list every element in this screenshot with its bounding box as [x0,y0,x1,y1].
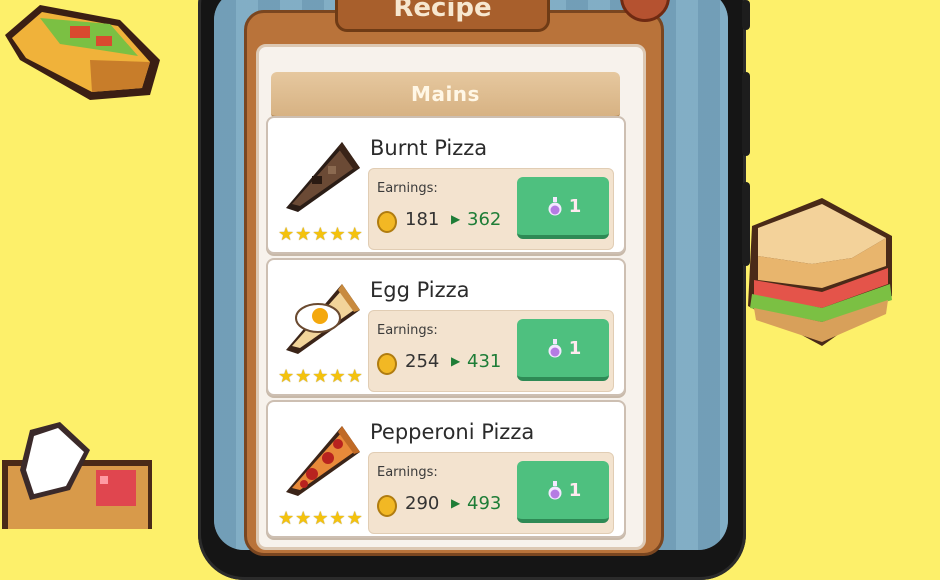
star-icon: ★ [329,366,346,387]
earnings-box: Earnings: 181 ▶ 362 1 [368,168,614,250]
star-icon: ★ [346,508,363,529]
egg-pizza-icon [286,284,360,354]
star-icon: ★ [295,508,312,529]
star-rating: ★ ★ ★ ★ ★ [278,510,363,528]
star-icon: ★ [312,224,329,245]
star-icon: ★ [346,224,363,245]
star-rating: ★ ★ ★ ★ ★ [278,368,363,386]
star-icon: ★ [278,508,295,529]
burnt-pizza-icon [286,142,360,212]
arrow-icon: ▶ [451,354,461,368]
earnings-label: Earnings: [377,181,438,196]
star-icon: ★ [312,508,329,529]
arrow-icon: ▶ [451,496,461,510]
taco-pixel-art [5,5,160,100]
coin-icon [377,211,397,233]
current-earnings: 181 [405,209,440,230]
earnings-label: Earnings: [377,323,438,338]
earnings-box: Earnings: 290 ▶ 493 1 [368,452,614,534]
upgrade-button[interactable]: 1 [517,177,609,239]
earnings-label: Earnings: [377,465,438,480]
panel-title: Recipe [335,0,550,32]
star-icon: ★ [346,366,363,387]
star-icon: ★ [295,224,312,245]
potion-icon [548,339,562,358]
potion-icon [548,481,562,500]
sandwich-pixel-art [748,198,892,346]
recipe-card: Burnt Pizza ★ ★ ★ ★ ★ Earnings: 181 ▶ 362 1 [266,116,626,254]
next-earnings: 493 [467,493,502,514]
phone-side-button [742,0,750,30]
current-earnings: 290 [405,493,440,514]
next-earnings: 431 [467,351,502,372]
earnings-box: Earnings: 254 ▶ 431 1 [368,310,614,392]
next-earnings: 362 [467,209,502,230]
current-earnings: 254 [405,351,440,372]
coin-icon [377,495,397,517]
arrow-icon: ▶ [451,212,461,226]
pepperoni-pizza-icon [286,426,360,496]
recipe-name: Egg Pizza [370,278,470,302]
upgrade-cost: 1 [568,479,582,501]
star-rating: ★ ★ ★ ★ ★ [278,226,363,244]
recipe-name: Burnt Pizza [370,136,488,160]
coin-icon [377,353,397,375]
phone-volume-button [742,182,750,266]
star-icon: ★ [329,508,346,529]
recipe-card: Pepperoni Pizza ★ ★ ★ ★ ★ Earnings: 290 ▶ 49… [266,400,626,538]
recipe-name: Pepperoni Pizza [370,420,535,444]
upgrade-cost: 1 [568,337,582,359]
recipe-card: Egg Pizza ★ ★ ★ ★ ★ Earnings: 254 ▶ 431 1 [266,258,626,396]
potion-icon [548,197,562,216]
star-icon: ★ [295,366,312,387]
section-header: Mains [271,72,620,119]
upgrade-cost: 1 [568,195,582,217]
star-icon: ★ [278,224,295,245]
dessert-pixel-art [2,422,152,529]
phone-volume-button [742,72,750,156]
upgrade-button[interactable]: 1 [517,461,609,523]
star-icon: ★ [329,224,346,245]
star-icon: ★ [278,366,295,387]
star-icon: ★ [312,366,329,387]
upgrade-button[interactable]: 1 [517,319,609,381]
